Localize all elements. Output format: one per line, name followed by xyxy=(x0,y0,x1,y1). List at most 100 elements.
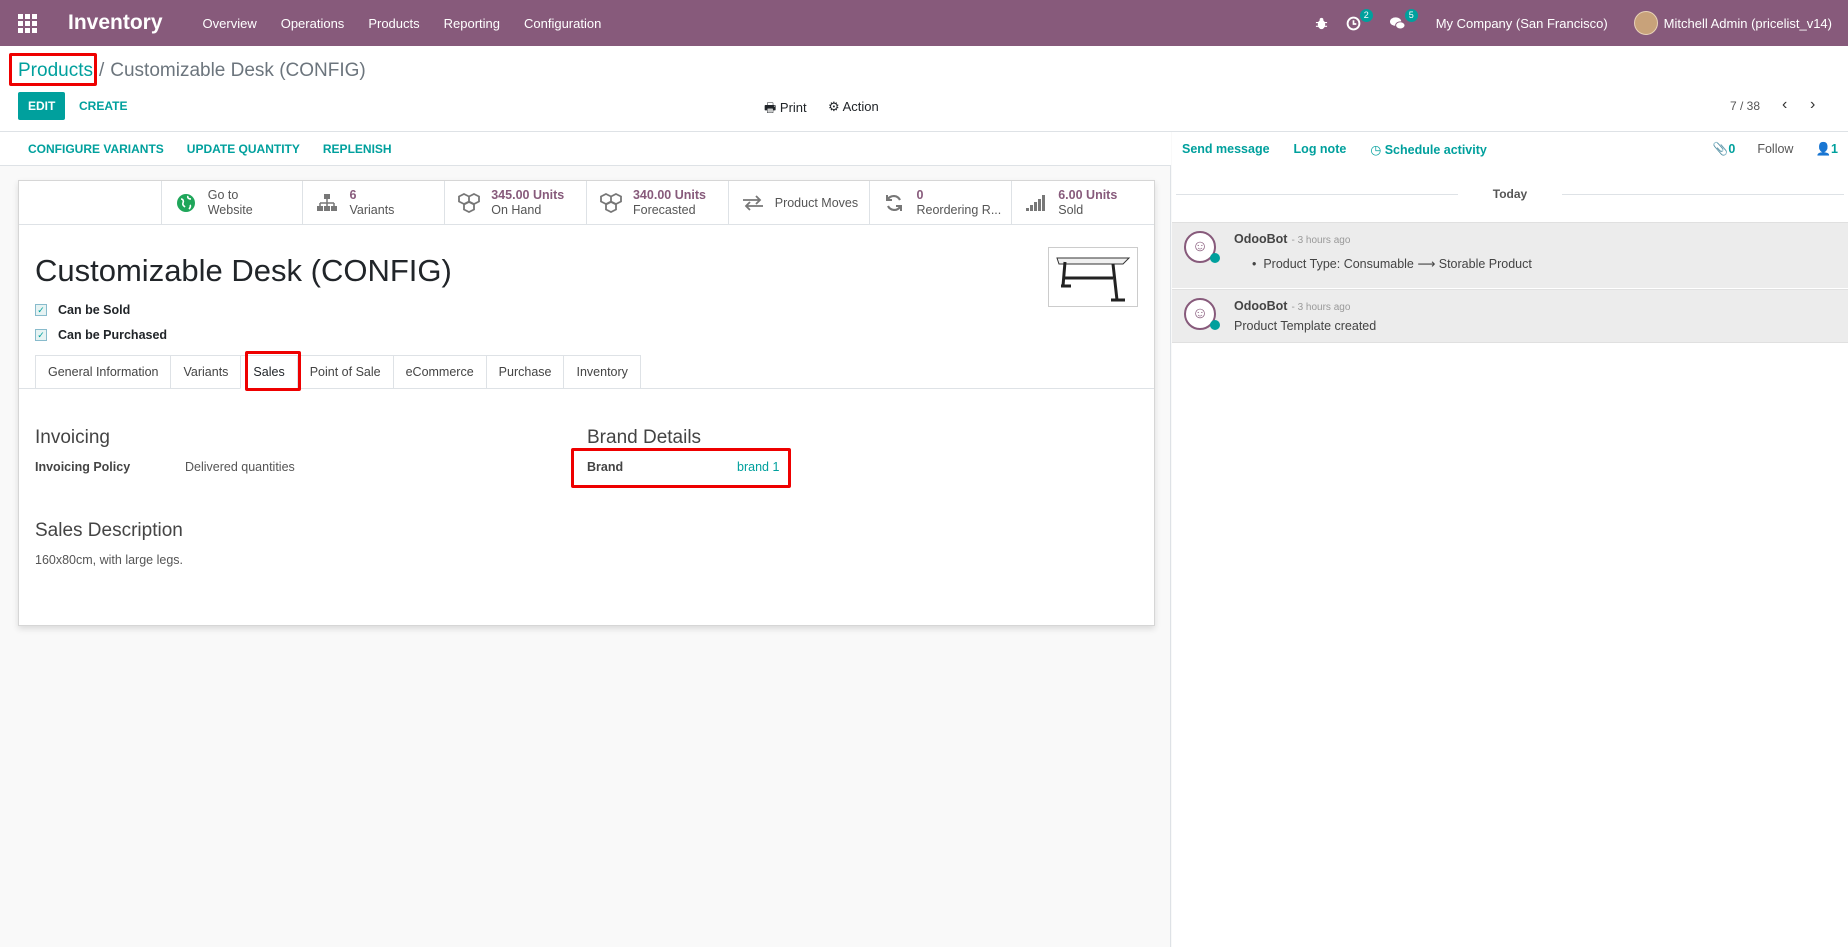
sales-description-value[interactable]: 160x80cm, with large legs. xyxy=(35,553,183,567)
message-date: - 3 hours ago xyxy=(1291,302,1351,313)
can-be-purchased-row[interactable]: ✓ Can be Purchased xyxy=(35,328,167,342)
debug-bug-icon[interactable] xyxy=(1315,17,1328,30)
message-body: Product Template created xyxy=(1234,319,1377,333)
form-area: CONFIGURE VARIANTS UPDATE QUANTITY REPLE… xyxy=(0,132,1171,947)
sold-smart-button[interactable]: 6.00 Units Sold xyxy=(1012,181,1154,224)
log-note-button[interactable]: Log note xyxy=(1294,142,1347,156)
globe-icon xyxy=(174,191,198,215)
tab-purchase[interactable]: Purchase xyxy=(485,355,564,389)
message-author-name[interactable]: OdooBot xyxy=(1234,232,1287,246)
variants-count: 6 xyxy=(349,187,357,202)
on-hand-smart-button[interactable]: 345.00 Units On Hand xyxy=(445,181,587,224)
form-statusbar: CONFIGURE VARIANTS UPDATE QUANTITY REPLE… xyxy=(0,132,1171,166)
user-name: Mitchell Admin (pricelist_v14) xyxy=(1663,15,1832,31)
follow-button[interactable]: Follow xyxy=(1757,142,1793,157)
tab-variants[interactable]: Variants xyxy=(170,355,241,389)
menu-reporting[interactable]: Reporting xyxy=(444,16,500,31)
on-hand-value: 345.00 Units xyxy=(491,187,565,202)
activity-clock-icon[interactable]: 2 xyxy=(1346,8,1373,31)
product-name[interactable]: Customizable Desk (CONFIG) xyxy=(35,253,452,289)
print-icon: 🖶 xyxy=(764,100,777,115)
product-image[interactable] xyxy=(1048,247,1138,307)
paperclip-icon: 📎 xyxy=(1712,142,1729,156)
can-be-sold-row[interactable]: ✓ Can be Sold xyxy=(35,303,130,317)
messages-count-badge: 5 xyxy=(1404,8,1418,22)
update-quantity-button[interactable]: UPDATE QUANTITY xyxy=(187,142,300,156)
reordering-label: Reordering R... xyxy=(916,202,1002,217)
action-label: Action xyxy=(842,99,879,114)
message-item[interactable]: ☺ OdooBot - 3 hours ago • Product Type: C… xyxy=(1172,222,1848,288)
menu-configuration[interactable]: Configuration xyxy=(524,16,601,31)
highlight-brand-field xyxy=(571,448,791,488)
menu-overview[interactable]: Overview xyxy=(203,16,257,31)
brand-details-section-title: Brand Details xyxy=(587,427,702,448)
website-label: Website xyxy=(207,202,253,217)
replenish-button[interactable]: REPLENISH xyxy=(323,142,392,156)
clock-icon: ◷ xyxy=(1370,142,1382,157)
can-be-purchased-checkbox[interactable]: ✓ xyxy=(35,329,47,341)
product-moves-label: Product Moves xyxy=(774,195,859,210)
exchange-icon xyxy=(741,191,765,215)
breadcrumb-current: Customizable Desk (CONFIG) xyxy=(110,60,366,81)
print-button[interactable]: 🖶 Print xyxy=(764,99,807,121)
can-be-purchased-label: Can be Purchased xyxy=(58,328,168,342)
edit-button[interactable]: EDIT xyxy=(18,92,66,120)
configure-variants-button[interactable]: CONFIGURE VARIANTS xyxy=(28,142,164,156)
action-button[interactable]: ⚙ Action xyxy=(828,99,879,115)
tab-inventory[interactable]: Inventory xyxy=(563,355,641,389)
tab-point-of-sale[interactable]: Point of Sale xyxy=(296,355,393,389)
tracking-change-text: Product Type: Consumable ⟶ Storable Prod… xyxy=(1263,257,1532,271)
user-avatar xyxy=(1633,11,1658,35)
smart-button-box: Go to Website 6 Variants 345.00 Units On… xyxy=(19,181,1154,225)
company-switcher[interactable]: My Company (San Francisco) xyxy=(1436,16,1608,31)
attachments-count: 0 xyxy=(1728,142,1736,156)
send-message-button[interactable]: Send message xyxy=(1182,142,1270,156)
activity-count-badge: 2 xyxy=(1359,8,1373,22)
heart-icon xyxy=(1210,253,1220,263)
go-to-label: Go to xyxy=(207,187,239,202)
message-author-name[interactable]: OdooBot xyxy=(1234,299,1287,313)
message-item[interactable]: ☺ OdooBot - 3 hours ago Product Template … xyxy=(1172,289,1848,343)
sold-value: 6.00 Units xyxy=(1058,187,1118,202)
sitemap-icon xyxy=(315,191,339,215)
followers-count: 1 xyxy=(1831,142,1838,156)
tab-general-information[interactable]: General Information xyxy=(35,355,171,389)
forecasted-smart-button[interactable]: 340.00 Units Forecasted xyxy=(587,181,729,224)
user-menu[interactable]: Mitchell Admin (pricelist_v14) xyxy=(1633,11,1832,35)
pager-value[interactable]: 7 / 38 xyxy=(1730,99,1760,113)
messages-comments-icon[interactable]: 5 xyxy=(1389,8,1418,31)
can-be-sold-checkbox[interactable]: ✓ xyxy=(35,304,47,316)
followers-button[interactable]: 👤1 xyxy=(1815,142,1838,157)
variants-smart-button[interactable]: 6 Variants xyxy=(303,181,446,224)
chatter-panel: Send message Log note ◷ Schedule activit… xyxy=(1172,132,1848,947)
gear-icon: ⚙ xyxy=(828,99,840,114)
tab-ecommerce[interactable]: eCommerce xyxy=(392,355,486,389)
forecasted-value: 340.00 Units xyxy=(632,187,706,202)
can-be-sold-label: Can be Sold xyxy=(58,303,131,317)
message-body: • Product Type: Consumable ⟶ Storable Pr… xyxy=(1252,256,1532,271)
menu-operations[interactable]: Operations xyxy=(281,16,345,31)
product-moves-smart-button[interactable]: Product Moves xyxy=(729,181,871,224)
invoicing-policy-value[interactable]: Delivered quantities xyxy=(185,460,295,474)
go-to-website-button[interactable]: Go to Website xyxy=(162,181,304,224)
bullet: • xyxy=(1252,257,1264,271)
apps-menu-icon[interactable] xyxy=(0,0,54,46)
schedule-activity-label: Schedule activity xyxy=(1384,142,1487,157)
app-title[interactable]: Inventory xyxy=(68,11,163,35)
highlight-sales-tab xyxy=(245,351,301,391)
create-button[interactable]: CREATE xyxy=(79,99,127,113)
invoicing-policy-label: Invoicing Policy xyxy=(35,460,131,474)
pager-next-chevron-icon[interactable]: › xyxy=(1810,96,1815,114)
forecasted-label: Forecasted xyxy=(632,202,696,217)
schedule-activity-button[interactable]: ◷ Schedule activity xyxy=(1370,142,1487,157)
cubes-icon xyxy=(599,191,623,215)
cubes-icon xyxy=(457,191,481,215)
pager-previous-chevron-icon[interactable]: ‹ xyxy=(1782,96,1787,114)
notebook-tabs: General Information Variants Sales Point… xyxy=(35,355,641,389)
attachments-button[interactable]: 📎0 xyxy=(1713,142,1736,157)
print-label: Print xyxy=(779,100,807,115)
menu-products[interactable]: Products xyxy=(368,16,419,31)
reordering-rules-smart-button[interactable]: 0 Reordering R... xyxy=(870,181,1013,224)
message-author: OdooBot - 3 hours ago xyxy=(1234,232,1350,246)
on-hand-label: On Hand xyxy=(491,202,542,217)
